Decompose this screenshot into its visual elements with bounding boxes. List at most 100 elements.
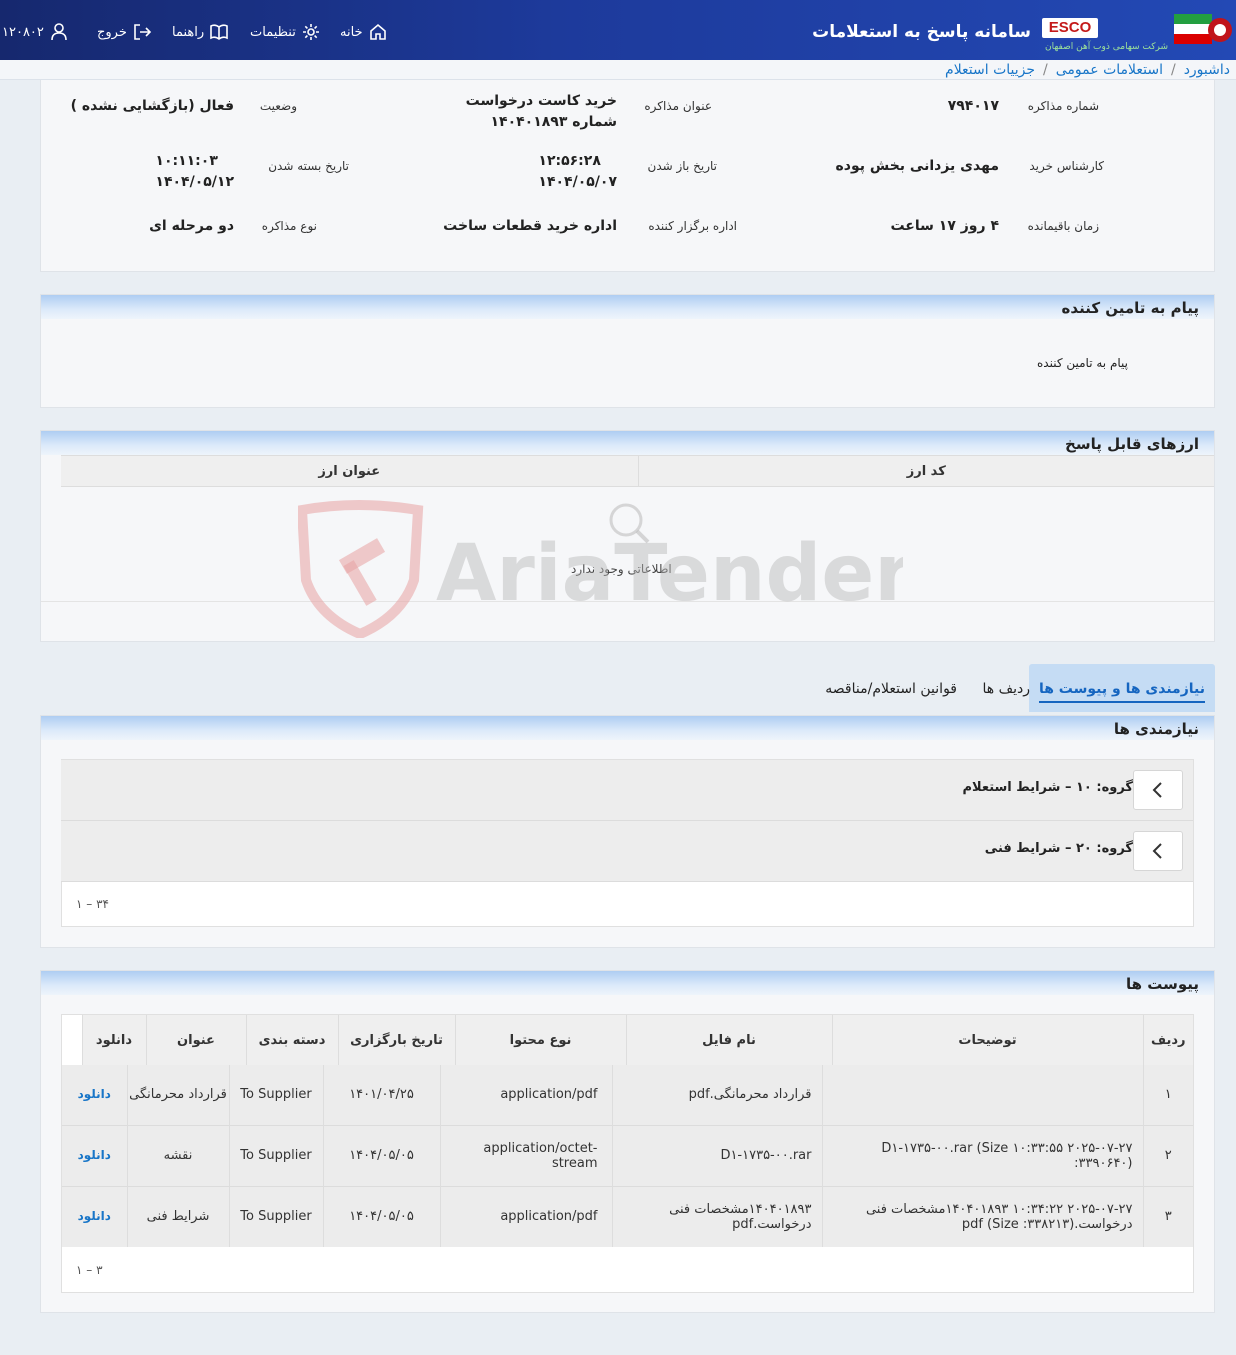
breadcrumb-inquiry-details[interactable]: جزییات استعلام (945, 62, 1035, 78)
type-label: نوع مذاکره (261, 219, 317, 233)
user-menu[interactable]: ۱۲۰۸۰۲ (2, 22, 69, 42)
negotiation-title: خرید کاست درخواست شماره ۱۴۰۴۰۱۸۹۳ (466, 91, 617, 133)
cell-upload-date: ۱۴۰۴/۰۵/۰۵ (322, 1186, 440, 1247)
download-link[interactable]: دانلود (78, 1087, 111, 1101)
home-link[interactable]: خانه (340, 22, 388, 42)
open-datetime: ۱۲:۵۶:۲۸ ۱۴۰۴/۰۵/۰۷ (538, 151, 617, 193)
open-date: ۱۴۰۴/۰۵/۰۷ (538, 174, 617, 190)
requirement-group-row[interactable]: گروه: ۱۰ – شرایط استعلام (61, 760, 1193, 821)
guide-label: راهنما (172, 24, 205, 40)
company-name: شرکت سهامی ذوب آهن اصفهان (1045, 42, 1168, 52)
breadcrumb-dashboard[interactable]: داشبورد (1184, 62, 1230, 78)
expand-group-button[interactable] (1133, 831, 1183, 871)
requirements-title: نیازمندی ها (41, 716, 1214, 740)
user-id: ۱۲۰۸۰۲ (2, 24, 44, 40)
cell-row: ۱ (1142, 1065, 1193, 1125)
requirement-group-title: گروه: ۱۰ – شرایط استعلام (962, 780, 1133, 795)
detail-tabs: نیازمندی ها و پیوست ها ردیف ها قوانین اس… (40, 664, 1215, 714)
open-date-label: تاریخ باز شدن (647, 159, 717, 173)
column-currency-title[interactable]: عنوان ارز (61, 456, 638, 487)
chevron-left-icon (1152, 782, 1162, 798)
column-download[interactable]: دانلود (81, 1015, 146, 1065)
cell-title: قرارداد محرمانگی (126, 1065, 229, 1125)
breadcrumb-public-inquiries[interactable]: استعلامات عمومی (1056, 62, 1163, 78)
company-logo (1174, 14, 1232, 44)
settings-label: تنظیمات (250, 24, 296, 40)
organizer-label: اداره برگزار کننده (648, 219, 737, 233)
cell-category: To Supplier (228, 1186, 323, 1247)
inquiry-details: شماره مذاکره ۷۹۴۰۱۷ عنوان مذاکره خرید کا… (40, 80, 1215, 272)
attachments-header-row: ردیف توضیحات نام فایل نوع محتوا تاریخ با… (62, 1015, 1193, 1065)
buyer-name: مهدی یزدانی بخش پوده (835, 158, 999, 174)
scroll-gutter (62, 1015, 82, 1065)
column-description[interactable]: توضیحات (831, 1015, 1143, 1065)
currencies-table: کد ارز عنوان ارز (61, 455, 1214, 487)
requirements-pager: ۱ – ۳۴ (76, 897, 109, 911)
column-row[interactable]: ردیف (1142, 1015, 1193, 1065)
cell-content-type: application/pdf (439, 1065, 612, 1125)
settings-link[interactable]: تنظیمات (250, 22, 321, 42)
negotiation-title-label: عنوان مذاکره (644, 99, 712, 113)
home-icon (369, 23, 386, 40)
cell-download: دانلود (62, 1065, 127, 1125)
attachments-body: ۱ قرارداد محرمانگی.pdf application/pdf ۱… (62, 1065, 1193, 1247)
guide-link[interactable]: راهنما (172, 22, 229, 42)
column-category[interactable]: دسته بندی (245, 1015, 338, 1065)
status-value: فعال (بازگشایی نشده ) (70, 98, 234, 114)
supplier-message-title: پیام به تامین کننده (41, 295, 1214, 319)
book-icon (210, 24, 228, 40)
negotiation-title-line2: شماره ۱۴۰۴۰۱۸۹۳ (490, 114, 617, 130)
logout-link[interactable]: خروج (97, 22, 152, 42)
tab-requirements-label: نیازمندی ها و پیوست ها (1038, 681, 1205, 703)
cell-content-type: application/octet-stream (439, 1125, 612, 1186)
tab-requirements-attachments[interactable]: نیازمندی ها و پیوست ها (1028, 664, 1215, 712)
currencies-empty-text: اطلاعاتی وجود ندارد (571, 562, 672, 576)
attachments-pager: ۱ – ۳ (76, 1263, 103, 1277)
chevron-left-icon (1152, 843, 1162, 859)
breadcrumb: داشبورد/استعلامات عمومی/جزییات استعلام (0, 60, 1236, 80)
cell-upload-date: ۱۴۰۴/۰۵/۰۵ (322, 1125, 440, 1186)
remaining-time: ۴ روز ۱۷ ساعت (890, 218, 999, 234)
status-label: وضعیت (259, 99, 297, 113)
column-file-name[interactable]: نام فایل (625, 1015, 832, 1065)
column-title[interactable]: عنوان (145, 1015, 246, 1065)
download-link[interactable]: دانلود (78, 1209, 111, 1223)
home-label: خانه (340, 24, 363, 40)
tab-rows[interactable]: ردیف ها (973, 664, 1040, 712)
requirement-group-row[interactable]: گروه: ۲۰ – شرایط فنی (61, 821, 1193, 882)
currencies-panel: ارزهای قابل پاسخ کد ارز عنوان ارز اطلاعا… (40, 430, 1215, 642)
cell-file-name: D۱-۱۷۳۵-۰۰.rar (611, 1125, 822, 1186)
cell-download: دانلود (62, 1186, 127, 1247)
supplier-message-panel: پیام به تامین کننده پیام به تامین کننده (40, 294, 1215, 408)
table-row: ۱ قرارداد محرمانگی.pdf application/pdf ۱… (62, 1065, 1193, 1125)
cell-description: ۲۰۲۵-۰۷-۲۷ ۱۰:۳۴:۲۲ ۱۴۰۴۰۱۸۹۳مشخصات فنی … (821, 1186, 1143, 1247)
column-upload-date[interactable]: تاریخ بارگزاری (337, 1015, 455, 1065)
expand-group-button[interactable] (1133, 770, 1183, 810)
cell-row: ۲ (1142, 1125, 1193, 1186)
negotiation-title-line1: خرید کاست درخواست (465, 93, 617, 109)
cell-category: To Supplier (228, 1125, 323, 1186)
table-row: ۲ ۲۰۲۵-۰۷-۲۷ ۱۰:۳۳:۵۵ D۱-۱۷۳۵-۰۰.rar (Si… (62, 1125, 1193, 1186)
cell-file-name: ۱۴۰۴۰۱۸۹۳مشخصات فنی درخواست.pdf (611, 1186, 822, 1247)
user-icon (51, 23, 67, 41)
download-link[interactable]: دانلود (78, 1148, 111, 1162)
cell-row: ۳ (1142, 1186, 1193, 1247)
open-time: ۱۲:۵۶:۲۸ (538, 153, 601, 169)
remaining-label: زمان باقیمانده (1027, 219, 1099, 233)
table-row: ۳ ۲۰۲۵-۰۷-۲۷ ۱۰:۳۴:۲۲ ۱۴۰۴۰۱۸۹۳مشخصات فن… (62, 1186, 1193, 1247)
cell-title: نقشه (126, 1125, 229, 1186)
system-title: سامانه پاسخ به استعلامات (812, 22, 1031, 42)
buyer-label: کارشناس خرید (1029, 159, 1104, 173)
cell-upload-date: ۱۴۰۱/۰۴/۲۵ (322, 1065, 440, 1125)
cell-category: To Supplier (228, 1065, 323, 1125)
column-content-type[interactable]: نوع محتوا (454, 1015, 626, 1065)
cell-description (821, 1065, 1143, 1125)
tab-rules[interactable]: قوانین استعلام/مناقصه (815, 664, 967, 712)
app-header: ESCO شرکت سهامی ذوب آهن اصفهان سامانه پا… (0, 0, 1236, 60)
close-datetime: ۱۰:۱۱:۰۳ ۱۴۰۴/۰۵/۱۲ (155, 151, 234, 193)
attachments-title: پیوست ها (41, 971, 1214, 995)
requirement-group-title: گروه: ۲۰ – شرایط فنی (984, 841, 1133, 856)
close-date: ۱۴۰۴/۰۵/۱۲ (155, 174, 234, 190)
cell-title: شرایط فنی (126, 1186, 229, 1247)
column-currency-code[interactable]: کد ارز (637, 455, 1214, 487)
